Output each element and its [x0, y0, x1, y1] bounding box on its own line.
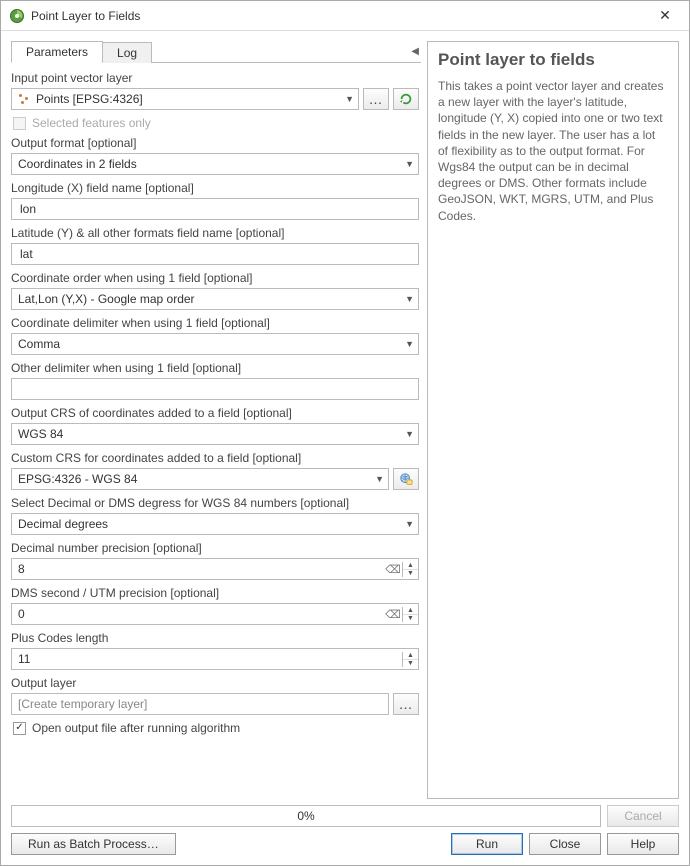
- dms-select-combo[interactable]: Decimal degrees ▼: [11, 513, 419, 535]
- dms-precision-spin[interactable]: 0 ⌫ ▲ ▼: [11, 603, 419, 625]
- checkbox-icon: [13, 117, 26, 130]
- help-panel: Point layer to fields This takes a point…: [427, 41, 679, 799]
- plus-len-spin[interactable]: 11 ▲ ▼: [11, 648, 419, 670]
- spin-up-icon[interactable]: ▲: [403, 562, 418, 570]
- spin-up-icon[interactable]: ▲: [403, 652, 418, 660]
- selected-features-checkbox: Selected features only: [11, 112, 419, 132]
- close-button[interactable]: ✕: [649, 7, 681, 24]
- select-crs-button[interactable]: [393, 468, 419, 490]
- spin-down-icon[interactable]: ▼: [403, 570, 418, 577]
- input-layer-value: Points [EPSG:4326]: [36, 92, 143, 106]
- label-dms-precision: DMS second / UTM precision [optional]: [11, 582, 419, 603]
- open-output-label: Open output file after running algorithm: [32, 721, 240, 735]
- run-button[interactable]: Run: [451, 833, 523, 855]
- other-delim-input[interactable]: [11, 378, 419, 400]
- spin-down-icon[interactable]: ▼: [403, 615, 418, 622]
- dialog-body: Parameters Log ◀ Input point vector laye…: [1, 31, 689, 865]
- help-body: This takes a point vector layer and crea…: [438, 78, 668, 224]
- input-layer-combo[interactable]: Points [EPSG:4326] ▼: [11, 88, 359, 110]
- output-layer-input[interactable]: [Create temporary layer]: [11, 693, 389, 715]
- chevron-down-icon: ▼: [405, 159, 414, 169]
- titlebar: Point Layer to Fields ✕: [1, 1, 689, 31]
- progress-text: 0%: [297, 809, 314, 823]
- output-layer-placeholder: [Create temporary layer]: [18, 697, 147, 711]
- label-lon-field: Longitude (X) field name [optional]: [11, 177, 419, 198]
- label-plus-len: Plus Codes length: [11, 627, 419, 648]
- tab-parameters[interactable]: Parameters: [11, 41, 103, 63]
- label-coord-delim: Coordinate delimiter when using 1 field …: [11, 312, 419, 333]
- spacer: [182, 833, 445, 857]
- browse-layer-button[interactable]: …: [363, 88, 389, 110]
- parameters-form: Input point vector layer Points [EPSG:43…: [11, 63, 421, 799]
- chevron-down-icon: ▼: [375, 474, 384, 484]
- custom-crs-combo[interactable]: EPSG:4326 - WGS 84 ▼: [11, 468, 389, 490]
- label-coord-order: Coordinate order when using 1 field [opt…: [11, 267, 419, 288]
- output-format-combo[interactable]: Coordinates in 2 fields ▼: [11, 153, 419, 175]
- label-dms-select: Select Decimal or DMS degress for WGS 84…: [11, 492, 419, 513]
- chevron-down-icon: ▼: [405, 429, 414, 439]
- help-button[interactable]: Help: [607, 833, 679, 855]
- coord-delim-combo[interactable]: Comma ▼: [11, 333, 419, 355]
- dec-precision-spin[interactable]: 8 ⌫ ▲ ▼: [11, 558, 419, 580]
- chevron-down-icon: ▼: [405, 519, 414, 529]
- output-crs-value: WGS 84: [18, 427, 63, 441]
- lat-field-text[interactable]: [18, 246, 412, 262]
- dec-precision-value[interactable]: 8: [12, 562, 384, 576]
- selected-features-label: Selected features only: [32, 116, 151, 130]
- bottom-button-row: Run as Batch Process… Run Close Help: [11, 833, 679, 857]
- label-custom-crs: Custom CRS for coordinates added to a fi…: [11, 447, 419, 468]
- label-input-layer: Input point vector layer: [11, 67, 419, 88]
- help-title: Point layer to fields: [438, 50, 668, 70]
- open-output-checkbox[interactable]: Open output file after running algorithm: [11, 717, 419, 737]
- label-output-crs: Output CRS of coordinates added to a fie…: [11, 402, 419, 423]
- clear-icon[interactable]: ⌫: [384, 563, 402, 576]
- custom-crs-value: EPSG:4326 - WGS 84: [18, 472, 137, 486]
- upper-area: Parameters Log ◀ Input point vector laye…: [11, 41, 679, 799]
- chevron-down-icon: ▼: [405, 294, 414, 304]
- checkbox-icon: [13, 722, 26, 735]
- coord-delim-value: Comma: [18, 337, 60, 351]
- chevron-down-icon: ▼: [405, 339, 414, 349]
- other-delim-text[interactable]: [18, 381, 412, 397]
- lon-field-text[interactable]: [18, 201, 412, 217]
- chevron-down-icon: ▼: [345, 94, 354, 104]
- collapse-help-icon[interactable]: ◀: [411, 46, 419, 57]
- close-dialog-button[interactable]: Close: [529, 833, 601, 855]
- output-format-value: Coordinates in 2 fields: [18, 157, 137, 171]
- output-layer-browse-button[interactable]: …: [393, 693, 419, 715]
- coord-order-combo[interactable]: Lat,Lon (Y,X) - Google map order ▼: [11, 288, 419, 310]
- label-lat-field: Latitude (Y) & all other formats field n…: [11, 222, 419, 243]
- label-output-layer: Output layer: [11, 672, 419, 693]
- app-icon: [9, 8, 25, 24]
- lat-field-input[interactable]: [11, 243, 419, 265]
- output-crs-combo[interactable]: WGS 84 ▼: [11, 423, 419, 445]
- label-output-format: Output format [optional]: [11, 132, 419, 153]
- tab-log[interactable]: Log: [102, 42, 152, 63]
- coord-order-value: Lat,Lon (Y,X) - Google map order: [18, 292, 195, 306]
- lon-field-input[interactable]: [11, 198, 419, 220]
- window-title: Point Layer to Fields: [31, 9, 649, 23]
- spin-down-icon[interactable]: ▼: [403, 660, 418, 667]
- iterate-layer-button[interactable]: [393, 88, 419, 110]
- cancel-button[interactable]: Cancel: [607, 805, 679, 827]
- progress-row: 0% Cancel: [11, 805, 679, 827]
- label-other-delim: Other delimiter when using 1 field [opti…: [11, 357, 419, 378]
- run-batch-button[interactable]: Run as Batch Process…: [11, 833, 176, 855]
- clear-icon[interactable]: ⌫: [384, 608, 402, 621]
- tab-bar: Parameters Log ◀: [11, 41, 421, 63]
- label-dec-precision: Decimal number precision [optional]: [11, 537, 419, 558]
- spin-up-icon[interactable]: ▲: [403, 607, 418, 615]
- progress-bar: 0%: [11, 805, 601, 827]
- dms-select-value: Decimal degrees: [18, 517, 108, 531]
- plus-len-value[interactable]: 11: [12, 652, 402, 666]
- dms-precision-value[interactable]: 0: [12, 607, 384, 621]
- left-panel: Parameters Log ◀ Input point vector laye…: [11, 41, 421, 799]
- dialog-window: Point Layer to Fields ✕ Parameters Log ◀…: [0, 0, 690, 866]
- point-layer-icon: [18, 93, 30, 105]
